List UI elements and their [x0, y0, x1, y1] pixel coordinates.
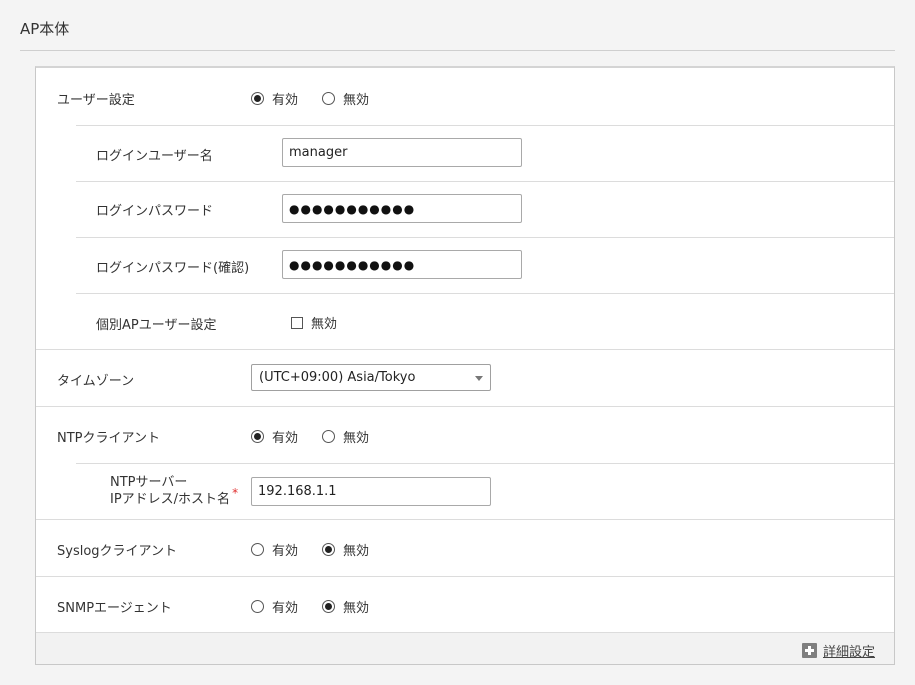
individual-ap-user-checkbox-option[interactable]: 無効 [291, 313, 337, 332]
login-user-label: ログインユーザー名 [96, 149, 213, 164]
login-user-row: ログインユーザー名 manager [36, 126, 894, 181]
ntp-client-radio-group: 有効 無効 [251, 427, 393, 446]
radio-label: 有効 [272, 93, 299, 108]
ntp-client-disabled-radio[interactable] [322, 430, 336, 443]
advanced-settings-label: 詳細設定 [822, 645, 875, 660]
panel-footer: 詳細設定 [36, 632, 894, 664]
radio-label: 無効 [343, 431, 370, 446]
radio-label: 有効 [272, 431, 299, 446]
user-settings-label: ユーザー設定 [57, 93, 135, 108]
snmp-agent-radio-group: 有効 無効 [251, 597, 393, 616]
login-user-input[interactable]: manager [282, 138, 522, 167]
timezone-row: タイムゾーン (UTC+09:00) Asia/Tokyo [36, 350, 894, 406]
ntp-server-row: NTPサーバー IPアドレス/ホスト名 * 192.168.1.1 [36, 464, 894, 519]
individual-ap-user-label: 個別APユーザー設定 [96, 318, 217, 333]
syslog-client-disabled-radio[interactable] [322, 543, 336, 556]
snmp-agent-disabled-radio[interactable] [322, 600, 336, 613]
caret-down-icon [475, 376, 483, 381]
syslog-client-enabled-radio[interactable] [251, 543, 264, 556]
ntp-client-enabled-radio[interactable] [251, 430, 264, 443]
ntp-server-label-line2: IPアドレス/ホスト名 [110, 492, 231, 507]
timezone-selected-value: (UTC+09:00) Asia/Tokyo [259, 370, 416, 385]
user-settings-enabled-option[interactable]: 有効 [251, 89, 298, 108]
syslog-client-row: Syslogクライアント 有効 無効 [36, 520, 894, 576]
snmp-agent-enabled-option[interactable]: 有効 [251, 597, 298, 616]
title-divider [20, 50, 895, 51]
snmp-agent-label: SNMPエージェント [57, 601, 172, 616]
user-settings-enabled-radio[interactable] [251, 92, 264, 105]
radio-label: 有効 [272, 544, 299, 559]
syslog-client-disabled-option[interactable]: 無効 [322, 540, 369, 559]
individual-ap-user-row: 個別APユーザー設定 無効 [36, 294, 894, 349]
snmp-agent-row: SNMPエージェント 有効 無効 [36, 577, 894, 633]
settings-panel: ユーザー設定 有効 無効 ログインユーザー名 manager ログインパスワード… [35, 66, 895, 665]
login-password-confirm-row: ログインパスワード(確認) ●●●●●●●●●●● [36, 238, 894, 293]
radio-label: 無効 [343, 93, 370, 108]
login-password-label: ログインパスワード [96, 204, 214, 219]
ntp-server-label: NTPサーバー IPアドレス/ホスト名 * [110, 475, 238, 508]
advanced-settings-link[interactable]: 詳細設定 [801, 641, 875, 660]
ntp-client-enabled-option[interactable]: 有効 [251, 427, 298, 446]
section-title: AP本体 [20, 20, 70, 38]
snmp-agent-disabled-option[interactable]: 無効 [322, 597, 369, 616]
timezone-select[interactable]: (UTC+09:00) Asia/Tokyo [251, 364, 491, 391]
checkbox-label: 無効 [311, 317, 338, 332]
syslog-client-label: Syslogクライアント [57, 544, 178, 559]
required-mark: * [232, 486, 239, 500]
ntp-client-disabled-option[interactable]: 無効 [322, 427, 369, 446]
snmp-agent-enabled-radio[interactable] [251, 600, 264, 613]
login-password-confirm-label: ログインパスワード(確認) [96, 261, 250, 276]
login-password-input[interactable]: ●●●●●●●●●●● [282, 194, 522, 223]
syslog-client-radio-group: 有効 無効 [251, 540, 393, 559]
radio-label: 無効 [343, 544, 370, 559]
login-password-confirm-input[interactable]: ●●●●●●●●●●● [282, 250, 522, 279]
ntp-server-input[interactable]: 192.168.1.1 [251, 477, 491, 506]
ntp-server-label-line1: NTPサーバー [110, 475, 188, 490]
ntp-client-label: NTPクライアント [57, 431, 160, 446]
user-settings-row: ユーザー設定 有効 無効 [36, 68, 894, 125]
plus-icon [801, 643, 817, 658]
radio-label: 無効 [343, 601, 370, 616]
user-settings-disabled-option[interactable]: 無効 [322, 89, 369, 108]
user-settings-radio-group: 有効 無効 [251, 89, 393, 108]
user-settings-disabled-radio[interactable] [322, 92, 336, 105]
ntp-client-row: NTPクライアント 有効 無効 [36, 407, 894, 463]
radio-label: 有効 [272, 601, 299, 616]
login-password-row: ログインパスワード ●●●●●●●●●●● [36, 182, 894, 237]
individual-ap-user-checkbox[interactable] [291, 316, 303, 329]
syslog-client-enabled-option[interactable]: 有効 [251, 540, 298, 559]
timezone-label: タイムゾーン [57, 374, 135, 389]
